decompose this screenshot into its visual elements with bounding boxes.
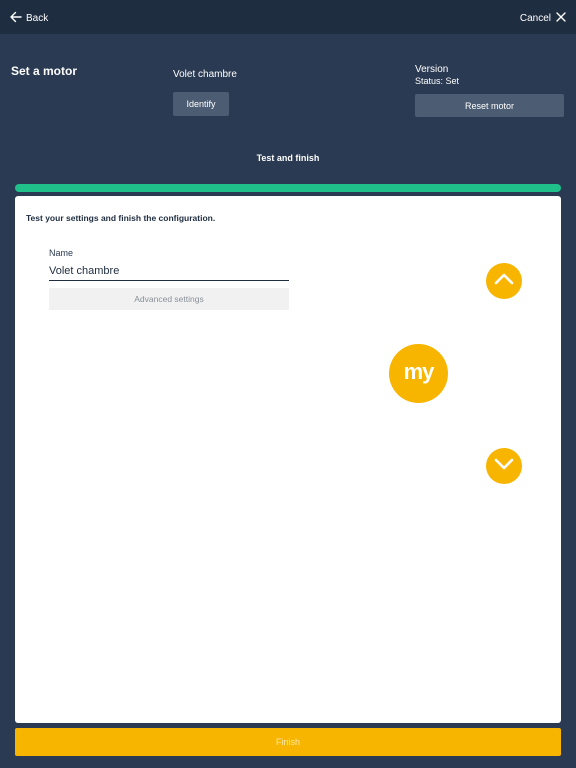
back-label: Back (26, 12, 49, 24)
up-button[interactable] (486, 263, 522, 299)
cancel-button[interactable]: Cancel (520, 10, 566, 26)
version-label: Version (415, 64, 449, 75)
back-button[interactable]: Back (10, 10, 48, 26)
identify-button[interactable]: Identify (173, 92, 229, 116)
instruction-text: Test your settings and finish the config… (26, 213, 216, 223)
close-icon (556, 11, 566, 25)
chevron-up-icon (494, 272, 514, 291)
down-button[interactable] (486, 448, 522, 484)
chevron-down-icon (494, 457, 514, 476)
name-input[interactable] (49, 262, 289, 281)
cancel-label: Cancel (519, 12, 551, 24)
finish-button[interactable]: Finish (15, 728, 561, 756)
page-title: Set a motor (11, 64, 78, 78)
motor-name: Volet chambre (173, 69, 237, 80)
configuration-card: Test your settings and finish the config… (15, 196, 561, 723)
status-label: Status: Set (415, 76, 460, 86)
my-button[interactable]: my (389, 344, 448, 403)
name-label: Name (49, 248, 74, 258)
top-bar: Back Cancel (0, 0, 576, 34)
arrow-left-icon (10, 11, 22, 26)
my-label: my (403, 358, 435, 384)
advanced-settings-button[interactable]: Advanced settings (49, 288, 289, 310)
step-title: Test and finish (256, 153, 320, 163)
progress-bar (15, 184, 561, 192)
reset-motor-button[interactable]: Reset motor (415, 94, 564, 117)
